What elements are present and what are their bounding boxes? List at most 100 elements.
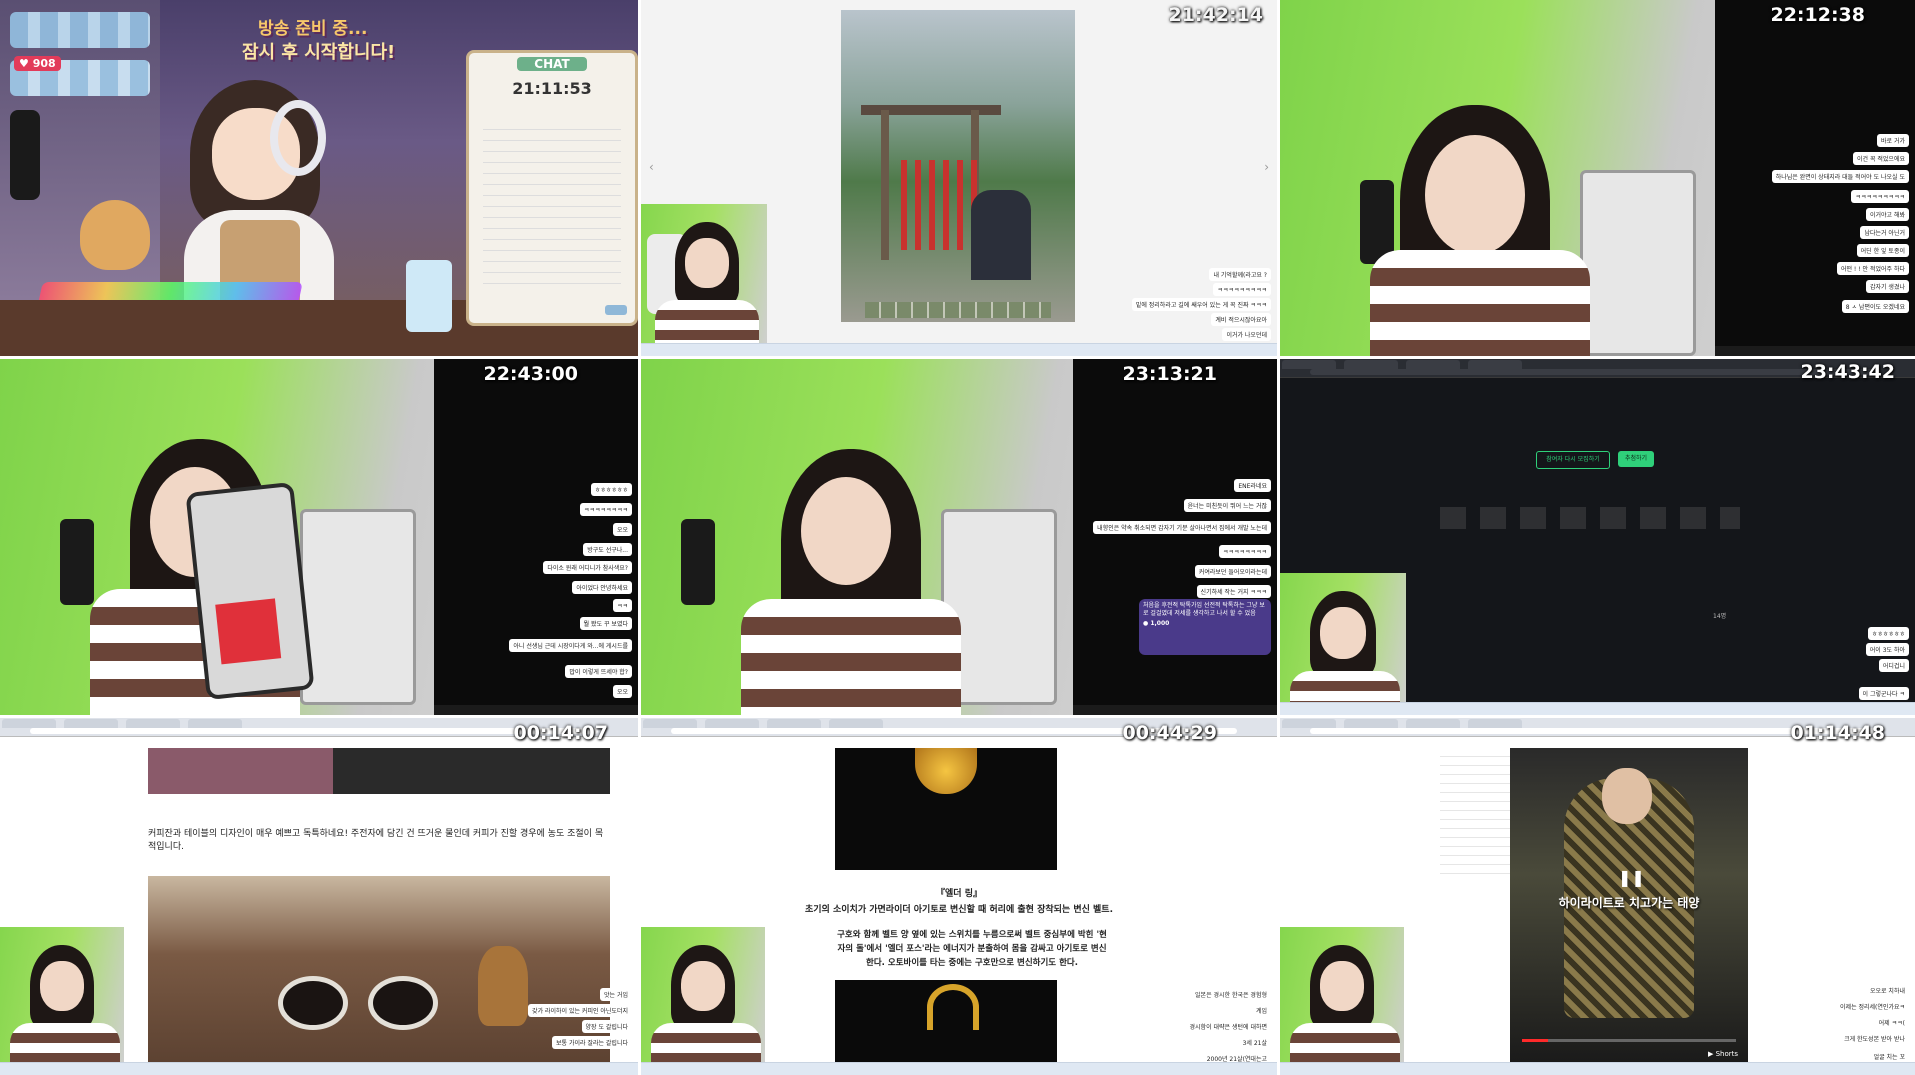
helmet-horns [927,984,979,1030]
chat-message: 8 ㅅ 남편이도 오겠네요 [1841,300,1909,313]
chat-message: 크게 한도성본 받아 받나 [1840,1032,1909,1045]
browser-tab[interactable] [1344,360,1399,369]
chat-message: 윤너는 미친듯이 뛰어 느는 거잖 [1183,499,1271,512]
browser-tab[interactable] [767,719,822,728]
chat-message: 이건 꼭 적었으에요 [1853,152,1909,165]
browser-tab[interactable] [1344,719,1399,728]
cell-wiki-article: 00:44:29 『엘더 링』 초기의 소이치가 가면라이더 아기토로 변신할 … [641,718,1277,1075]
browser-tab[interactable] [2,719,56,728]
chat-message: ㅋㅋㅋㅋㅋㅋㅋㅋ [579,503,632,516]
chat-message: 경시함이 대략은 생턴에 대하면 [1185,1020,1271,1033]
chat-message: 갑자기 생겼나 [1865,280,1909,293]
microphone [10,110,40,200]
chat-message: 밥이 이렇게 뜨세야 합? [565,665,632,678]
heart-icon: ♥ [19,57,29,70]
article-subtitle: 초기의 소이치가 가면라이더 아기토로 변신할 때 허리에 출현 장착되는 변신… [805,905,1113,915]
chat-message: 이제는 정리세(연인가요ㅋ [1836,1000,1909,1013]
chat-message: 오오로 치하내 [1865,984,1909,997]
webcam-overlay [1280,927,1404,1063]
taskbar[interactable] [1280,1062,1915,1075]
photo-shrine [841,10,1075,322]
article-title: 『엘더 링』 [936,889,982,899]
viewer-badge: ♥ 908 [14,56,61,71]
taskbar[interactable] [0,1062,638,1075]
chat-message: 아니 선생님 근데 시장이다게 와...에 게시드를 [509,639,632,652]
dog-illustration [80,200,150,270]
plush-shelf-row-1 [10,12,150,48]
donation-amount: ● 1,000 [1143,620,1170,627]
viewer-count: 908 [32,57,56,70]
sidebar-menu[interactable] [1440,748,1510,878]
browser-tab[interactable] [1282,719,1336,728]
chat-message: 어딘 한 잎 토종이 [1856,244,1909,257]
timestamp: 22:12:38 [1770,4,1865,26]
chat-message: 어이 3도 하아 [1865,643,1909,656]
timestamp: 01:14:48 [1790,722,1885,744]
stream-grid: 방송 준비 중... 잠시 후 시작합니다! ♥ 908 CHAT 21:11:… [0,0,1915,1075]
participant-count: 14명 [1713,613,1727,620]
chat-message: 커여라보던 들어오이라는데 [1194,565,1271,578]
chat-message: 어디겁니 [1878,659,1909,672]
cell-shorts-video: 01:14:48 ❚❚ 하이라이트로 치고가는 태양 ▶ Shorts 오오로 … [1280,718,1915,1075]
chair [300,509,416,705]
browser-tab[interactable] [829,719,884,728]
streamer-shirt [741,599,961,715]
blog-photo-coffee [148,876,610,1072]
browser-tab[interactable] [643,719,697,728]
recruit-again-button[interactable]: 참여자 다시 모집하기 [1536,451,1610,469]
browser-tab[interactable] [1468,360,1523,369]
donation-message: 처음을 후전적 탁톡가임 선전적 탁톡하는 그냥 보로 걸걸였데 저세를 생각하… [1143,602,1265,617]
coin-icon: ● [1143,620,1149,627]
streamer-face [801,477,891,585]
timestamp: 23:13:21 [1122,363,1217,385]
cell-coffee-blog: 00:14:07 커피잔과 테이블의 디자인이 매우 예쁘고 독특하네요! 주전… [0,718,638,1075]
chat-message: 뭘 봤도 꾸 보였다 [579,617,632,630]
draw-button[interactable]: 추첨하기 [1618,451,1654,467]
address-bar[interactable] [1310,369,1875,375]
participant-list [1440,507,1740,529]
streamer-shirt [1370,250,1590,356]
streamer-shirt [10,1023,120,1063]
taskbar[interactable] [641,1062,1277,1075]
video-caption: 하이라이트로 치고가는 태양 [1558,896,1700,910]
browser-tab[interactable] [1406,360,1461,369]
chat-message: 다이소 윈래 어디니가 참사색요? [543,561,632,574]
chat-message: 이거야고 해봐 [1865,208,1909,221]
taskbar[interactable] [1280,702,1915,715]
progress-bar[interactable] [1522,1039,1736,1042]
browser-tab[interactable] [705,719,760,728]
browser-tab[interactable] [1282,360,1336,369]
status-bar: 26 [1073,705,1277,715]
cell-facecam-laughing: 22:12:38 바로 거가 이건 꼭 적었으에요 하나님은 완면이 상태지라 … [1280,0,1915,356]
chat-message: 이 그렇군나다 ㅋ [1858,687,1909,700]
chat-message: 하나님은 완면이 상태지라 대들 적어야 도 나오실 도 [1771,170,1909,183]
timestamp: 23:43:42 [1800,361,1895,383]
shorts-player[interactable]: ❚❚ 하이라이트로 치고가는 태양 ▶ Shorts [1510,748,1748,1064]
browser-tab[interactable] [1406,719,1461,728]
browser-tab[interactable] [126,719,181,728]
streamer-face [681,961,725,1011]
prev-arrow-icon[interactable]: ‹ [649,160,654,174]
timestamp: 22:43:00 [483,363,578,385]
taskbar[interactable] [641,343,1277,356]
cell-image-viewer: 21:42:14 ‹ › 내 기억할께(라고요 ? ㅋㅋㅋㅋㅋㅋㅋㅋㅋ 밑에 정… [641,0,1277,356]
torii-post-left [881,110,889,260]
browser-tab[interactable] [64,719,119,728]
chair [1580,170,1696,356]
chat-message: 양장 도 갈립니다 [581,1020,632,1033]
chat-send-button[interactable] [605,305,627,315]
thumbnail-strip[interactable] [865,302,1051,318]
chat-message: 밑에 정리하라고 길에 쌔우어 있는 게 꼭 진짜 ㅋㅋㅋ [1131,298,1271,311]
pause-icon[interactable]: ❚❚ [1618,868,1645,887]
chat-message: ㅎㅎㅎㅎㅎㅎ [590,483,632,496]
shorts-icon: ▶ [1707,1050,1714,1058]
browser-tab[interactable] [1468,719,1523,728]
belt-image [835,748,1057,870]
chat-message: ENE라네요 [1234,479,1271,492]
cell-waiting-screen: 방송 준비 중... 잠시 후 시작합니다! ♥ 908 CHAT 21:11:… [0,0,638,356]
browser-tab[interactable] [188,719,243,728]
webcam-overlay [641,927,765,1063]
streamer-shirt [651,1023,761,1063]
next-arrow-icon[interactable]: › [1264,160,1269,174]
chat-message: 오오 [612,685,632,698]
